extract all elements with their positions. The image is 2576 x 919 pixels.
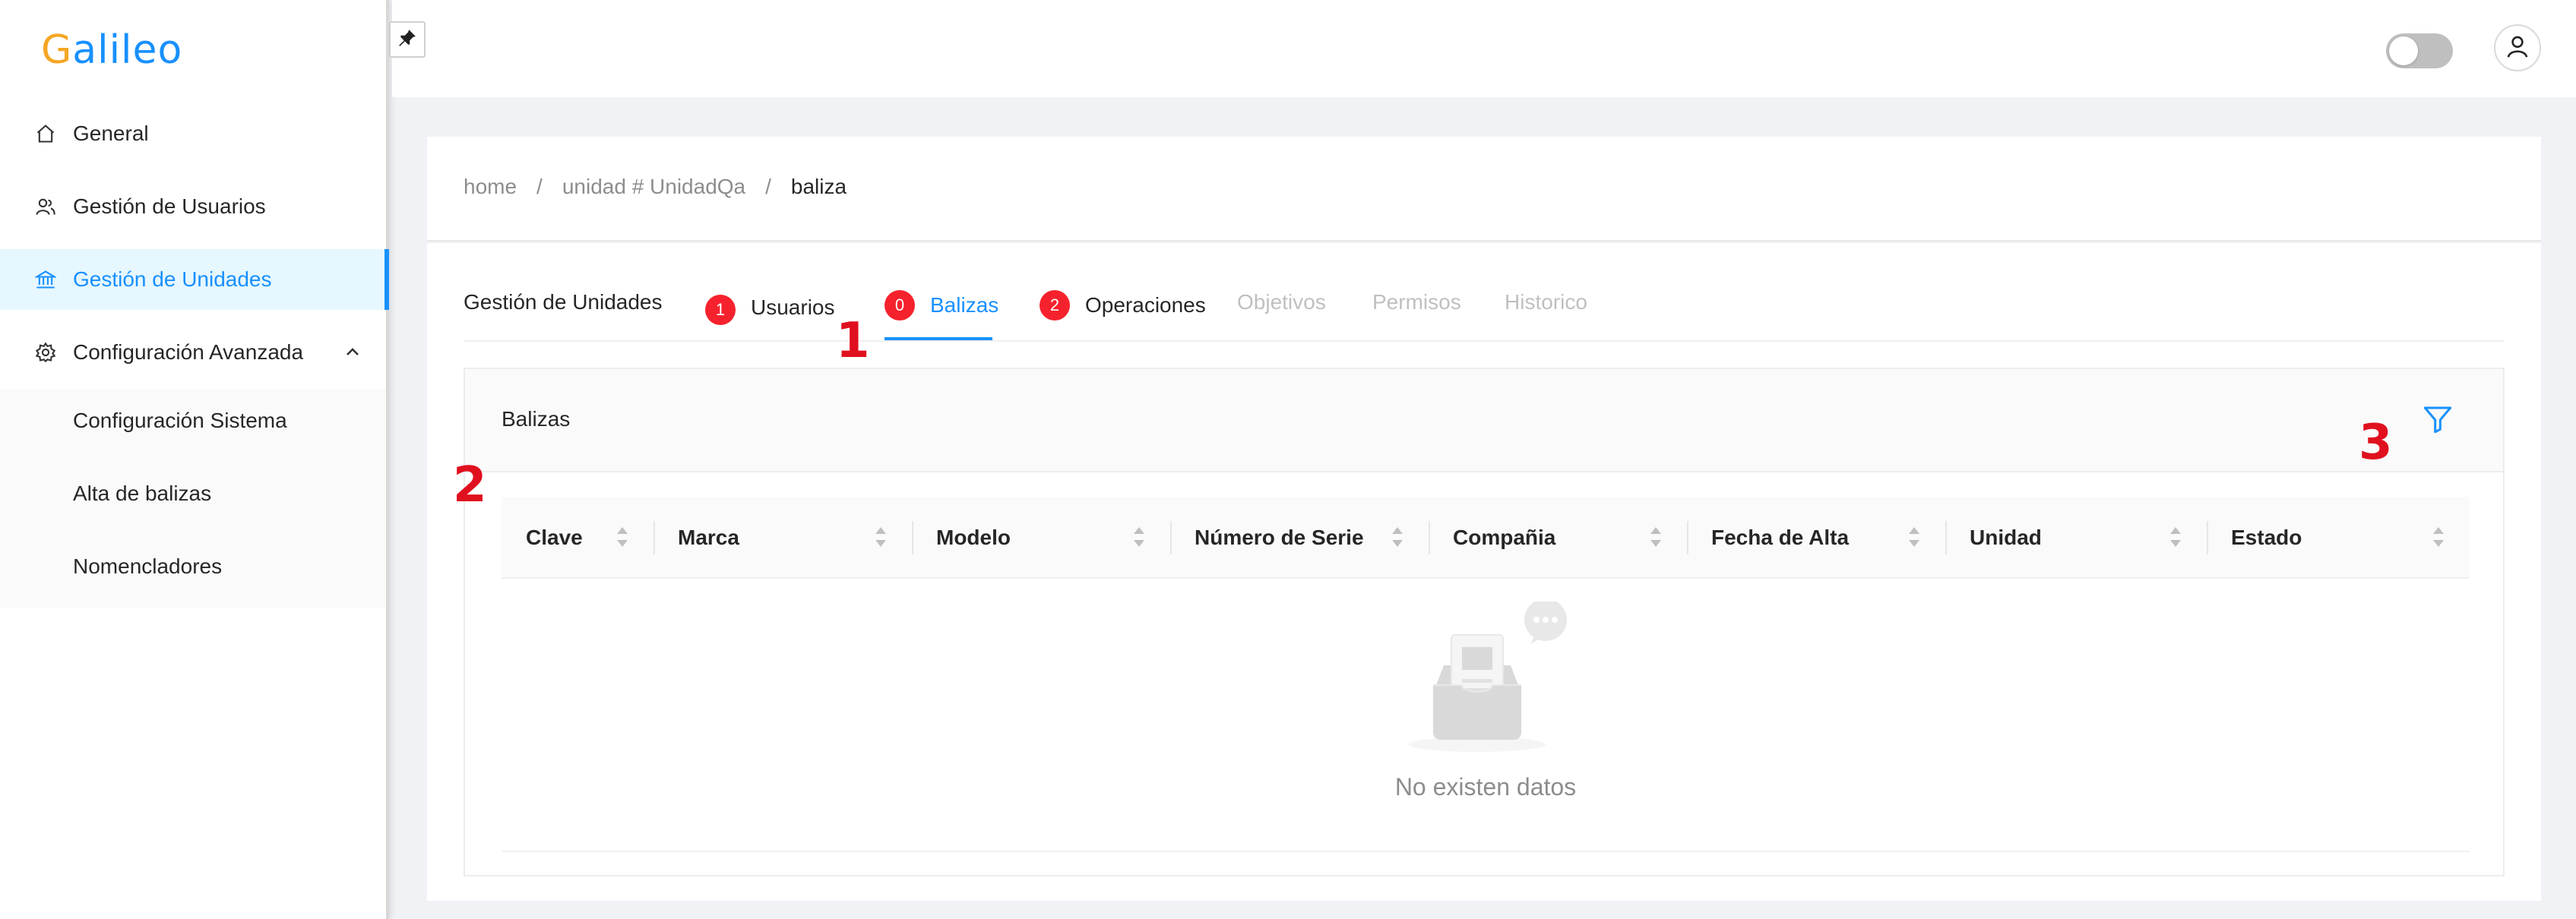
column-label: Estado <box>2231 526 2302 549</box>
column-label: Modelo <box>936 526 1011 549</box>
tab-label: Operaciones <box>1085 293 1206 317</box>
user-icon <box>2505 33 2530 63</box>
column-label: Fecha de Alta <box>1711 526 1850 549</box>
count-badge: 2 <box>1040 290 1070 321</box>
tab-objetivos: Objetivos <box>1237 290 1326 314</box>
active-tab-indicator <box>885 337 992 340</box>
breadcrumb: home / unidad # UnidadQa / baliza <box>464 175 847 199</box>
column-label: Marca <box>678 526 739 549</box>
galileo-logo[interactable]: Galileo <box>41 27 182 73</box>
sidebar-item-general[interactable]: General <box>0 103 389 164</box>
toggle-knob <box>2389 36 2418 65</box>
sidebar-item-label: General <box>73 122 149 145</box>
breadcrumb-card: home / unidad # UnidadQa / baliza <box>427 137 2541 242</box>
tab-operaciones[interactable]: 2 Operaciones <box>1040 290 1206 321</box>
annotation-1: 1 <box>836 313 870 369</box>
breadcrumb-current: baliza <box>790 175 847 198</box>
column-label: Clave <box>526 526 583 549</box>
panel-header: Balizas <box>465 369 2503 472</box>
tab-bar: Gestión de Unidades 1 Usuarios 0 Balizas… <box>464 275 2505 342</box>
balizas-panel: Balizas Clave Marca Modelo Número de Ser… <box>464 368 2505 876</box>
column-label: Compañia <box>1453 526 1556 549</box>
sort-icon[interactable] <box>1907 526 1921 554</box>
breadcrumb-separator: / <box>536 175 543 198</box>
column-header-fecha-alta[interactable]: Fecha de Alta <box>1687 497 1945 579</box>
column-header-estado[interactable]: Estado <box>2207 497 2470 579</box>
sidebar-item-usuarios[interactable]: Gestión de Usuarios <box>0 176 389 237</box>
submenu-configuracion: Configuración Sistema Alta de balizas No… <box>0 389 386 608</box>
users-icon <box>33 194 58 219</box>
top-header <box>392 0 2576 97</box>
submenu-item-nomencladores[interactable]: Nomencladores <box>73 554 222 579</box>
submenu-item-alta-balizas[interactable]: Alta de balizas <box>73 482 211 506</box>
tab-balizas[interactable]: 0 Balizas <box>885 290 998 321</box>
sidebar-item-unidades[interactable]: Gestión de Unidades <box>0 249 389 310</box>
panel-title: Balizas <box>502 407 571 431</box>
sort-icon[interactable] <box>616 526 629 554</box>
theme-toggle[interactable] <box>2386 33 2453 68</box>
user-avatar-button[interactable] <box>2494 24 2541 71</box>
tab-label: Balizas <box>930 293 999 317</box>
annotation-2: 2 <box>453 457 487 513</box>
column-header-modelo[interactable]: Modelo <box>912 497 1170 579</box>
count-badge: 0 <box>885 290 915 321</box>
column-header-numero-serie[interactable]: Número de Serie <box>1170 497 1429 579</box>
tab-usuarios[interactable]: 1 Usuarios <box>705 290 834 325</box>
breadcrumb-unidad[interactable]: unidad # UnidadQa <box>562 175 745 199</box>
main-card: Gestión de Unidades 1 Usuarios 0 Balizas… <box>427 243 2541 901</box>
sidebar-item-configuracion[interactable]: Configuración Avanzada <box>0 322 389 383</box>
tab-permisos: Permisos <box>1372 290 1461 314</box>
column-header-marca[interactable]: Marca <box>653 497 912 579</box>
empty-text: No existen datos <box>1394 773 1577 801</box>
sidebar-item-label: Gestión de Unidades <box>73 267 272 291</box>
pin-icon <box>397 28 417 52</box>
sort-icon[interactable] <box>2169 526 2182 554</box>
pin-button[interactable] <box>389 21 426 58</box>
sidebar: Galileo General Gestión de Usuarios Gest… <box>0 0 389 919</box>
empty-inbox-icon <box>1409 598 1576 753</box>
sort-icon[interactable] <box>1391 526 1404 554</box>
sidebar-item-label: Configuración Avanzada <box>73 340 304 364</box>
breadcrumb-home[interactable]: home <box>464 175 517 199</box>
tab-label: Permisos <box>1372 290 1461 314</box>
empty-state: No existen datos <box>502 579 2470 852</box>
gear-icon <box>33 340 58 365</box>
sort-icon[interactable] <box>1132 526 1146 554</box>
tab-label: Historico <box>1505 290 1587 314</box>
tab-gestion-unidades[interactable]: Gestión de Unidades <box>464 290 663 314</box>
sidebar-item-label: Gestión de Usuarios <box>73 194 266 218</box>
annotation-3: 3 <box>2359 415 2393 471</box>
bank-icon <box>33 267 58 292</box>
tab-historico: Historico <box>1505 290 1587 314</box>
chevron-up-icon[interactable] <box>343 342 362 366</box>
column-header-unidad[interactable]: Unidad <box>1945 497 2207 579</box>
sort-icon[interactable] <box>1649 526 1663 554</box>
column-header-clave[interactable]: Clave <box>502 497 653 579</box>
table-header: Clave Marca Modelo Número de Serie Compa… <box>502 497 2470 579</box>
home-icon <box>33 122 58 146</box>
tab-label: Objetivos <box>1237 290 1326 314</box>
column-header-compania[interactable]: Compañia <box>1429 497 1687 579</box>
breadcrumb-separator: / <box>765 175 771 198</box>
sort-icon[interactable] <box>874 526 888 554</box>
tab-label: Usuarios <box>751 295 835 319</box>
filter-icon[interactable] <box>2423 404 2453 434</box>
column-label: Unidad <box>1970 526 2042 549</box>
count-badge: 1 <box>705 295 736 325</box>
sort-icon[interactable] <box>2432 526 2445 554</box>
submenu-item-configuracion-sistema[interactable]: Configuración Sistema <box>73 409 287 433</box>
tab-label: Gestión de Unidades <box>464 290 663 314</box>
column-label: Número de Serie <box>1195 526 1364 549</box>
